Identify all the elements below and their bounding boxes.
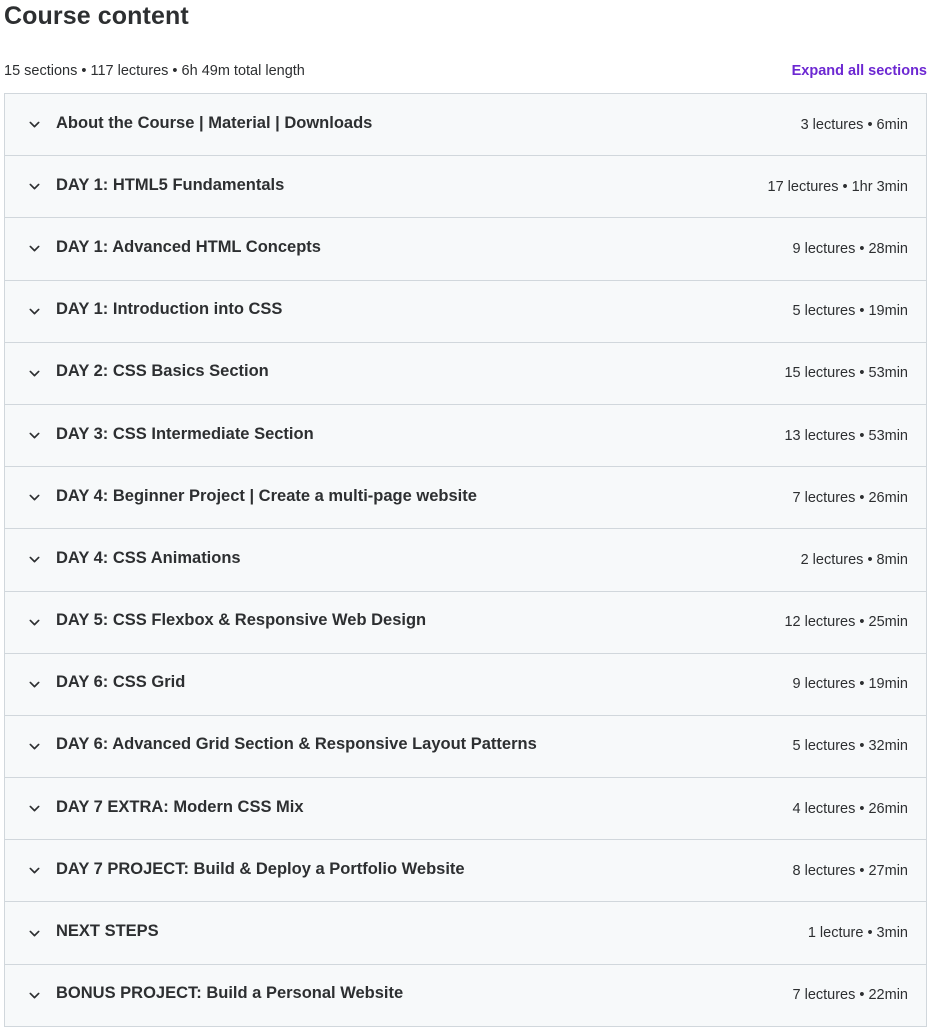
section-row[interactable]: DAY 1: Introduction into CSS 5 lectures •… (5, 280, 926, 343)
page-title: Course content (4, 2, 189, 30)
chevron-down-icon (27, 366, 41, 380)
chevron-down-icon (27, 615, 41, 629)
section-title: DAY 5: CSS Flexbox & Responsive Web Desi… (56, 611, 427, 630)
section-title: DAY 1: HTML5 Fundamentals (56, 175, 285, 194)
section-lecture-count: 3 lectures • 6min (800, 116, 908, 133)
section-lecture-count: 7 lectures • 22min (792, 987, 909, 1004)
chevron-down-icon (27, 491, 41, 505)
chevron-down-icon (27, 553, 41, 567)
section-title: DAY 1: Advanced HTML Concepts (56, 237, 321, 256)
chevron-down-icon (27, 429, 41, 443)
section-row[interactable]: DAY 7 EXTRA: Modern CSS Mix 4 lectures • … (5, 778, 926, 841)
section-row[interactable]: DAY 3: CSS Intermediate Section 13 lectur… (5, 404, 926, 468)
section-title: DAY 4: CSS Animations (56, 548, 241, 567)
section-row[interactable]: DAY 5: CSS Flexbox & Responsive Web Desi… (5, 591, 926, 654)
section-lecture-count: 2 lectures • 8min (800, 551, 908, 568)
course-content-panel: Course content 15 sections • 117 lecture… (0, 0, 930, 1031)
chevron-down-icon (27, 864, 41, 878)
section-title: DAY 7 PROJECT: Build & Deploy a Portfoli… (56, 859, 465, 878)
section-lecture-count: 4 lectures • 26min (792, 800, 909, 817)
section-row[interactable]: BONUS PROJECT: Build a Personal Website 7… (5, 964, 926, 1027)
section-title: DAY 6: CSS Grid (56, 673, 186, 692)
section-title: DAY 4: Beginner Project | Create a multi… (56, 486, 477, 505)
course-summary-bar: 15 sections • 117 lectures • 6h 49m tota… (4, 60, 927, 82)
section-title: About the Course | Material | Downloads (56, 113, 373, 132)
section-row[interactable]: DAY 6: CSS Grid 9 lectures • 19min (5, 653, 926, 716)
section-lecture-count: 5 lectures • 32min (792, 738, 909, 755)
section-lecture-count: 5 lectures • 19min (792, 303, 909, 320)
chevron-down-icon (27, 739, 41, 753)
section-lecture-count: 17 lectures • 1hr 3min (767, 178, 908, 195)
chevron-down-icon (27, 926, 41, 940)
section-row[interactable]: DAY 1: HTML5 Fundamentals 17 lectures • 1… (5, 156, 926, 219)
section-row[interactable]: DAY 7 PROJECT: Build & Deploy a Portfoli… (5, 840, 926, 903)
section-row[interactable]: NEXT STEPS 1 lecture • 3min (5, 902, 926, 965)
section-title: DAY 2: CSS Basics Section (56, 362, 269, 381)
section-row[interactable]: DAY 6: Advanced Grid Section & Responsiv… (5, 715, 926, 779)
section-list: About the Course | Material | Downloads 3… (4, 93, 927, 1027)
chevron-down-icon (27, 180, 41, 194)
section-title: DAY 1: Introduction into CSS (56, 300, 283, 319)
chevron-down-icon (27, 802, 41, 816)
chevron-down-icon (27, 677, 41, 691)
section-title: DAY 3: CSS Intermediate Section (56, 424, 314, 443)
section-lecture-count: 1 lecture • 3min (807, 925, 908, 942)
section-lecture-count: 13 lectures • 53min (784, 427, 908, 444)
chevron-down-icon (27, 304, 41, 318)
section-lecture-count: 8 lectures • 27min (792, 862, 909, 879)
section-lecture-count: 12 lectures • 25min (784, 614, 908, 631)
section-row[interactable]: DAY 2: CSS Basics Section 15 lectures • 5… (5, 342, 926, 405)
chevron-down-icon (27, 988, 41, 1002)
chevron-down-icon (27, 118, 41, 132)
section-lecture-count: 9 lectures • 28min (792, 240, 909, 257)
section-row[interactable]: About the Course | Material | Downloads 3… (5, 94, 926, 157)
expand-all-sections-button[interactable]: Expand all sections (792, 63, 927, 79)
section-lecture-count: 9 lectures • 19min (792, 676, 909, 693)
section-title: DAY 6: Advanced Grid Section & Responsiv… (56, 735, 537, 754)
section-title: NEXT STEPS (56, 922, 159, 941)
section-title: DAY 7 EXTRA: Modern CSS Mix (56, 797, 304, 816)
section-lecture-count: 7 lectures • 26min (792, 489, 909, 506)
section-row[interactable]: DAY 4: CSS Animations 2 lectures • 8min (5, 529, 926, 592)
section-row[interactable]: DAY 1: Advanced HTML Concepts 9 lectures … (5, 218, 926, 281)
section-row[interactable]: DAY 4: Beginner Project | Create a multi… (5, 467, 926, 530)
course-summary: 15 sections • 117 lectures • 6h 49m tota… (4, 63, 305, 79)
section-lecture-count: 15 lectures • 53min (784, 365, 908, 382)
section-title: BONUS PROJECT: Build a Personal Website (56, 984, 404, 1003)
chevron-down-icon (27, 242, 41, 256)
